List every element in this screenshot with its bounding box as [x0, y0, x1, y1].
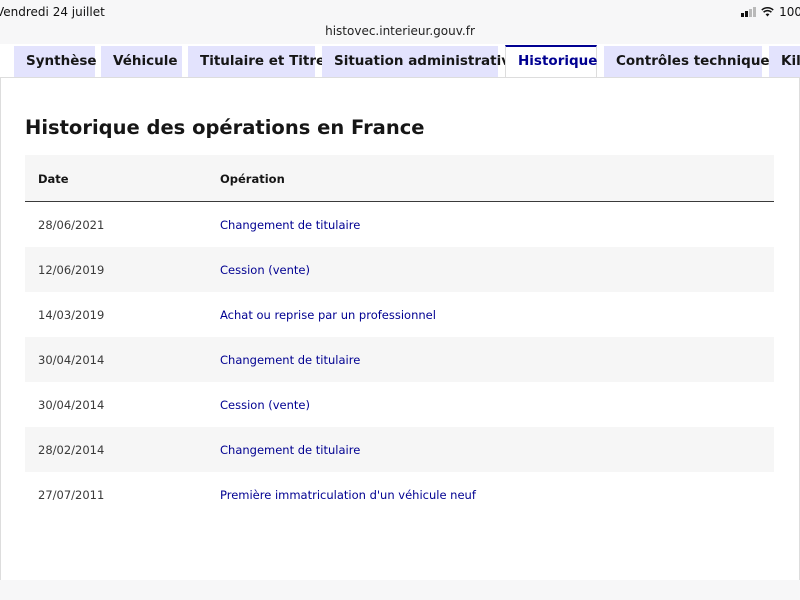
battery-percent: 100 — [779, 5, 800, 19]
table-row: 28/06/2021 Changement de titulaire — [25, 202, 774, 247]
tab-historique[interactable]: Historique — [505, 45, 597, 78]
row-date: 28/02/2014 — [38, 443, 105, 457]
row-date: 14/03/2019 — [38, 308, 105, 322]
wifi-icon — [761, 7, 774, 17]
row-date: 27/07/2011 — [38, 488, 105, 502]
address-bar[interactable]: histovec.interieur.gouv.fr — [0, 24, 800, 44]
row-date: 30/04/2014 — [38, 398, 105, 412]
tab-kilometrage[interactable]: Kilo — [769, 46, 800, 77]
tab-bar: Synthèse Véhicule Titulaire et Titre Sit… — [0, 44, 800, 78]
column-header-operation: Opération — [220, 172, 285, 186]
url-text[interactable]: histovec.interieur.gouv.fr — [325, 24, 475, 38]
tab-controles-techniques[interactable]: Contrôles techniques — [604, 46, 778, 77]
table-row: 14/03/2019 Achat ou reprise par un profe… — [25, 292, 774, 337]
table-row: 27/07/2011 Première immatriculation d'un… — [25, 472, 774, 517]
row-operation-link[interactable]: Achat ou reprise par un professionnel — [220, 308, 436, 322]
row-date: 12/06/2019 — [38, 263, 105, 277]
tab-vehicule[interactable]: Véhicule — [101, 46, 182, 77]
row-operation-link[interactable]: Changement de titulaire — [220, 443, 360, 457]
row-date: 30/04/2014 — [38, 353, 105, 367]
row-operation-link[interactable]: Changement de titulaire — [220, 218, 360, 232]
table-row: 28/02/2014 Changement de titulaire — [25, 427, 774, 472]
status-bar: Vendredi 24 juillet 100 — [0, 0, 800, 24]
row-date: 28/06/2021 — [38, 218, 105, 232]
table-row: 12/06/2019 Cession (vente) — [25, 247, 774, 292]
tab-synthese[interactable]: Synthèse — [14, 46, 97, 77]
row-operation-link[interactable]: Cession (vente) — [220, 398, 310, 412]
row-operation-link[interactable]: Changement de titulaire — [220, 353, 360, 367]
cellular-signal-icon — [741, 7, 757, 17]
row-operation-link[interactable]: Première immatriculation d'un véhicule n… — [220, 488, 476, 502]
table-row: 30/04/2014 Changement de titulaire — [25, 337, 774, 382]
table-row: 30/04/2014 Cession (vente) — [25, 382, 774, 427]
operations-table: Date Opération 28/06/2021 Changement de … — [25, 155, 774, 517]
tab-titulaire-et-titre[interactable]: Titulaire et Titre — [188, 46, 325, 77]
row-operation-link[interactable]: Cession (vente) — [220, 263, 310, 277]
bottom-bar — [0, 580, 800, 600]
page-title: Historique des opérations en France — [25, 116, 425, 139]
status-time: Vendredi 24 juillet — [0, 5, 105, 19]
tab-situation-administrative[interactable]: Situation administrative — [322, 46, 519, 77]
column-header-date: Date — [38, 172, 69, 186]
table-header: Date Opération — [25, 155, 774, 202]
status-indicators: 100 — [741, 5, 800, 19]
